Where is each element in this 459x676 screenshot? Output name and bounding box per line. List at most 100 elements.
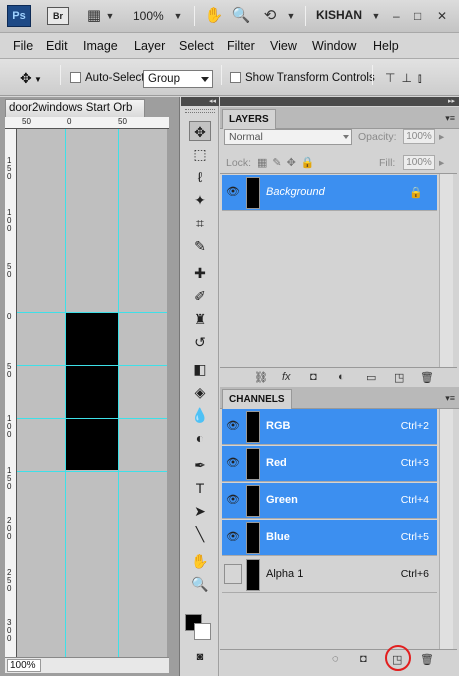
- eraser-tool-icon[interactable]: ◧: [189, 359, 211, 379]
- eye-icon[interactable]: 👁: [224, 454, 242, 472]
- menu-window[interactable]: Window: [312, 39, 356, 53]
- background-color-swatch[interactable]: [194, 623, 211, 640]
- type-tool-icon[interactable]: T: [189, 478, 211, 498]
- visibility-toggle[interactable]: [224, 564, 242, 584]
- auto-select-dropdown[interactable]: Group: [143, 70, 213, 88]
- pen-tool-icon[interactable]: ✒: [189, 455, 211, 475]
- view-extras-icon[interactable]: ▦: [84, 7, 104, 25]
- auto-select-checkbox[interactable]: [70, 72, 81, 83]
- marquee-tool-icon[interactable]: ⬚: [189, 144, 211, 164]
- move-tool-preset-icon[interactable]: ✥ ▼: [20, 70, 42, 87]
- zoom-level-select[interactable]: 100%: [133, 9, 164, 23]
- eyedropper-tool-icon[interactable]: ✎: [189, 236, 211, 256]
- zoom-tool-icon[interactable]: 🔍: [230, 7, 252, 25]
- layer-style-icon[interactable]: fx: [282, 371, 291, 383]
- new-group-icon[interactable]: ▭: [366, 371, 376, 384]
- menu-edit[interactable]: Edit: [46, 39, 68, 53]
- blend-mode-select[interactable]: Normal: [224, 129, 352, 145]
- document-zoom-field[interactable]: 100%: [7, 659, 41, 672]
- channel-row[interactable]: 👁 Red Ctrl+3: [222, 446, 437, 482]
- launch-bridge-button[interactable]: Br: [47, 7, 69, 25]
- eye-icon[interactable]: 👁: [224, 491, 242, 509]
- maximize-button[interactable]: □: [414, 9, 421, 23]
- panel-menu-icon[interactable]: ▾≡: [445, 113, 455, 124]
- delete-layer-icon[interactable]: 🗑: [420, 371, 434, 384]
- guide-line[interactable]: [17, 365, 167, 366]
- menu-help[interactable]: Help: [373, 39, 399, 53]
- dodge-tool-icon[interactable]: ◐: [189, 428, 211, 448]
- link-layers-icon[interactable]: ⛓: [254, 371, 268, 384]
- lock-options[interactable]: ▦✎✥🔒: [257, 156, 320, 169]
- show-transform-checkbox[interactable]: [230, 72, 241, 83]
- collapse-icon[interactable]: ◂◂: [181, 97, 219, 106]
- new-layer-icon[interactable]: ◳: [394, 371, 404, 384]
- adjustment-layer-icon[interactable]: ◐: [338, 371, 345, 383]
- clone-stamp-tool-icon[interactable]: ♜: [189, 309, 211, 329]
- channels-scrollbar[interactable]: [439, 409, 453, 649]
- close-button[interactable]: ✕: [437, 9, 447, 23]
- quick-mask-icon[interactable]: ◙: [189, 647, 211, 667]
- horizontal-ruler[interactable]: 50 0 50: [5, 117, 169, 129]
- add-mask-icon[interactable]: ◘: [310, 371, 317, 383]
- opacity-field[interactable]: 100%: [403, 129, 435, 144]
- zoom-tool-icon[interactable]: 🔍: [189, 574, 211, 594]
- guide-line[interactable]: [17, 471, 167, 472]
- line-tool-icon[interactable]: ╲: [189, 524, 211, 544]
- path-selection-tool-icon[interactable]: ➤: [189, 501, 211, 521]
- save-selection-channel-icon[interactable]: ◘: [360, 653, 367, 665]
- canvas[interactable]: [17, 129, 167, 661]
- rotate-dropdown-icon[interactable]: ▼: [285, 7, 297, 25]
- align-buttons[interactable]: ⊤⊥⫾: [385, 71, 428, 86]
- hand-tool-icon[interactable]: ✋: [189, 551, 211, 571]
- layers-scrollbar[interactable]: [439, 174, 453, 369]
- menu-layer[interactable]: Layer: [134, 39, 165, 53]
- rotate-view-tool-icon[interactable]: ⟲: [259, 7, 281, 25]
- lasso-tool-icon[interactable]: ℓ: [189, 167, 211, 187]
- guide-line[interactable]: [17, 418, 167, 419]
- eye-icon[interactable]: 👁: [224, 183, 242, 201]
- channel-row[interactable]: 👁 RGB Ctrl+2: [222, 409, 437, 445]
- channel-row[interactable]: 👁 Blue Ctrl+5: [222, 520, 437, 556]
- minimize-button[interactable]: –: [393, 9, 400, 23]
- hand-tool-icon[interactable]: ✋: [203, 7, 225, 25]
- menu-image[interactable]: Image: [83, 39, 118, 53]
- blur-tool-icon[interactable]: 💧: [189, 405, 211, 425]
- channel-row[interactable]: Alpha 1 Ctrl+6: [222, 557, 437, 593]
- fill-field[interactable]: 100%: [403, 155, 435, 170]
- delete-channel-icon[interactable]: 🗑: [420, 653, 434, 666]
- vertical-ruler[interactable]: 150 100 50 0 50 100 150 200 250 300: [5, 129, 17, 661]
- layer-row[interactable]: 👁 Background 🔒: [222, 175, 437, 211]
- guide-line[interactable]: [17, 312, 167, 313]
- document-tab[interactable]: door2windows Start Orb: [5, 99, 145, 117]
- menu-file[interactable]: File: [13, 39, 33, 53]
- channel-name: Red: [266, 457, 287, 469]
- fill-dropdown-icon[interactable]: ▸: [439, 157, 444, 169]
- menu-select[interactable]: Select: [179, 39, 214, 53]
- history-brush-tool-icon[interactable]: ↺: [189, 332, 211, 352]
- panel-menu-icon[interactable]: ▾≡: [445, 393, 455, 404]
- menu-filter[interactable]: Filter: [227, 39, 255, 53]
- workspace-switcher[interactable]: KISHAN: [316, 8, 362, 22]
- panel-grip[interactable]: [185, 109, 215, 113]
- view-extras-dropdown-icon[interactable]: ▼: [104, 7, 116, 25]
- load-channel-selection-icon[interactable]: ◌: [332, 653, 339, 665]
- tab-channels[interactable]: CHANNELS: [222, 389, 292, 409]
- brush-tool-icon[interactable]: ✐: [189, 286, 211, 306]
- channel-row[interactable]: 👁 Green Ctrl+4: [222, 483, 437, 519]
- spot-healing-tool-icon[interactable]: ✚: [189, 263, 211, 283]
- workspace-dropdown-icon[interactable]: ▼: [370, 7, 382, 25]
- guide-line[interactable]: [118, 129, 119, 661]
- move-tool-icon[interactable]: ✥: [189, 121, 211, 141]
- menu-view[interactable]: View: [270, 39, 297, 53]
- expand-icon[interactable]: ▸▸: [220, 97, 459, 106]
- crop-tool-icon[interactable]: ⌗: [189, 213, 211, 233]
- channel-shortcut: Ctrl+5: [400, 531, 429, 543]
- guide-line[interactable]: [65, 129, 66, 661]
- opacity-dropdown-icon[interactable]: ▸: [439, 131, 444, 143]
- magic-wand-tool-icon[interactable]: ✦: [189, 190, 211, 210]
- tab-layers[interactable]: LAYERS: [222, 109, 276, 129]
- paint-bucket-tool-icon[interactable]: ◈: [189, 382, 211, 402]
- eye-icon[interactable]: 👁: [224, 528, 242, 546]
- eye-icon[interactable]: 👁: [224, 417, 242, 435]
- zoom-dropdown-icon[interactable]: ▼: [172, 7, 184, 25]
